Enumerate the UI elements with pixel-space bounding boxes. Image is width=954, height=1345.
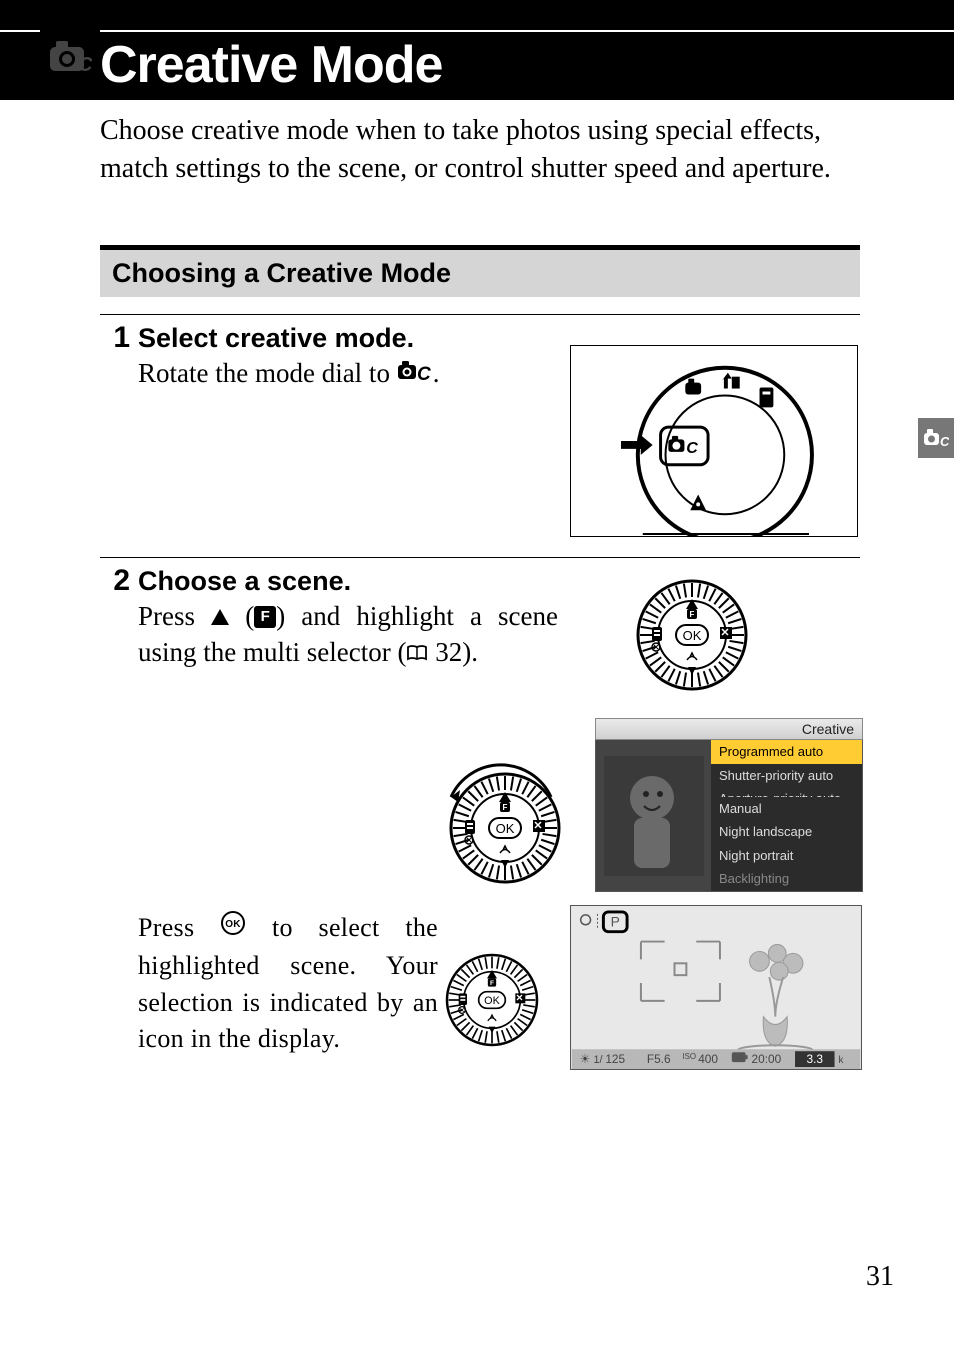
up-arrow-icon xyxy=(211,609,229,625)
svg-text:C: C xyxy=(940,434,949,449)
svg-text:1/: 1/ xyxy=(594,1054,604,1066)
svg-text:☀: ☀ xyxy=(580,1052,591,1066)
f-box-icon: F xyxy=(254,606,276,628)
svg-text:20:00: 20:00 xyxy=(752,1052,782,1066)
svg-text:F: F xyxy=(503,803,508,812)
svg-text:C: C xyxy=(78,54,92,75)
t: 32). xyxy=(428,637,478,667)
svg-text:F5.6: F5.6 xyxy=(647,1052,671,1066)
creative-mode-symbol-icon: C xyxy=(397,356,433,392)
step-number: 2 xyxy=(100,564,130,598)
ok-button-icon: OK xyxy=(220,910,246,946)
creative-menu-item: Shutter-priority auto xyxy=(711,764,862,788)
creative-menu-item: Programmed auto xyxy=(711,740,862,764)
step-1-text-before: Rotate the mode dial to xyxy=(138,358,397,388)
svg-text:OK: OK xyxy=(484,995,500,1007)
creative-menu-item: Backlighting xyxy=(711,867,862,891)
t: Press xyxy=(138,601,211,631)
svg-text:OK: OK xyxy=(225,919,241,930)
multi-selector-figure: OK F xyxy=(442,950,542,1050)
svg-text:C: C xyxy=(686,439,698,457)
step-1-text-after: . xyxy=(433,358,440,388)
book-icon xyxy=(406,635,428,671)
t: ( xyxy=(245,601,254,631)
creative-menu-item: Night landscape xyxy=(711,820,862,844)
t: Press xyxy=(138,913,220,942)
svg-text:400: 400 xyxy=(698,1052,718,1066)
svg-text:OK: OK xyxy=(683,628,702,643)
svg-text:F: F xyxy=(490,980,494,987)
svg-text:3.3: 3.3 xyxy=(807,1052,824,1066)
creative-menu-item: Aperture-priority auto xyxy=(711,787,862,797)
creative-menu-screenshot: Creative Programmed auto Shutter-priorit… xyxy=(595,718,863,893)
creative-menu-list: Programmed auto Shutter-priority auto Ap… xyxy=(711,740,862,891)
step-2b-body: Press OK to select the highlighted scene… xyxy=(138,910,438,1057)
edge-tab: C xyxy=(918,418,954,458)
multi-selector-figure: OK F xyxy=(445,768,565,888)
camera-c-corner-icon: C xyxy=(40,20,100,92)
multi-selector-figure: OK F xyxy=(632,575,752,695)
section-heading: Choosing a Creative Mode xyxy=(100,245,860,297)
intro-text: Choose creative mode when to take photos… xyxy=(100,112,860,188)
mode-dial-figure: C xyxy=(570,345,858,537)
mode-letter: P xyxy=(611,914,620,930)
creative-menu-item: Manual xyxy=(711,797,862,821)
svg-text:125: 125 xyxy=(605,1052,625,1066)
page-number: 31 xyxy=(866,1261,894,1293)
page-title: Creative Mode xyxy=(100,35,442,95)
creative-menu-item: Night portrait xyxy=(711,844,862,868)
camera-display-figure: P ☀ 1/ 125 xyxy=(570,905,862,1070)
svg-text:F: F xyxy=(690,610,695,619)
creative-menu-thumbnail xyxy=(596,740,711,891)
step-title: Choose a scene. xyxy=(138,566,351,597)
svg-text:C: C xyxy=(417,364,431,383)
step-title: Select creative mode. xyxy=(138,323,414,354)
svg-text:OK: OK xyxy=(496,821,515,836)
svg-text:ISO: ISO xyxy=(682,1052,696,1061)
step-number: 1 xyxy=(100,321,130,355)
svg-text:k: k xyxy=(838,1055,843,1066)
creative-menu-header: Creative xyxy=(595,718,863,740)
top-black-band xyxy=(0,0,954,30)
step-2-body: Press (F) and highlight a scene using th… xyxy=(138,598,558,673)
